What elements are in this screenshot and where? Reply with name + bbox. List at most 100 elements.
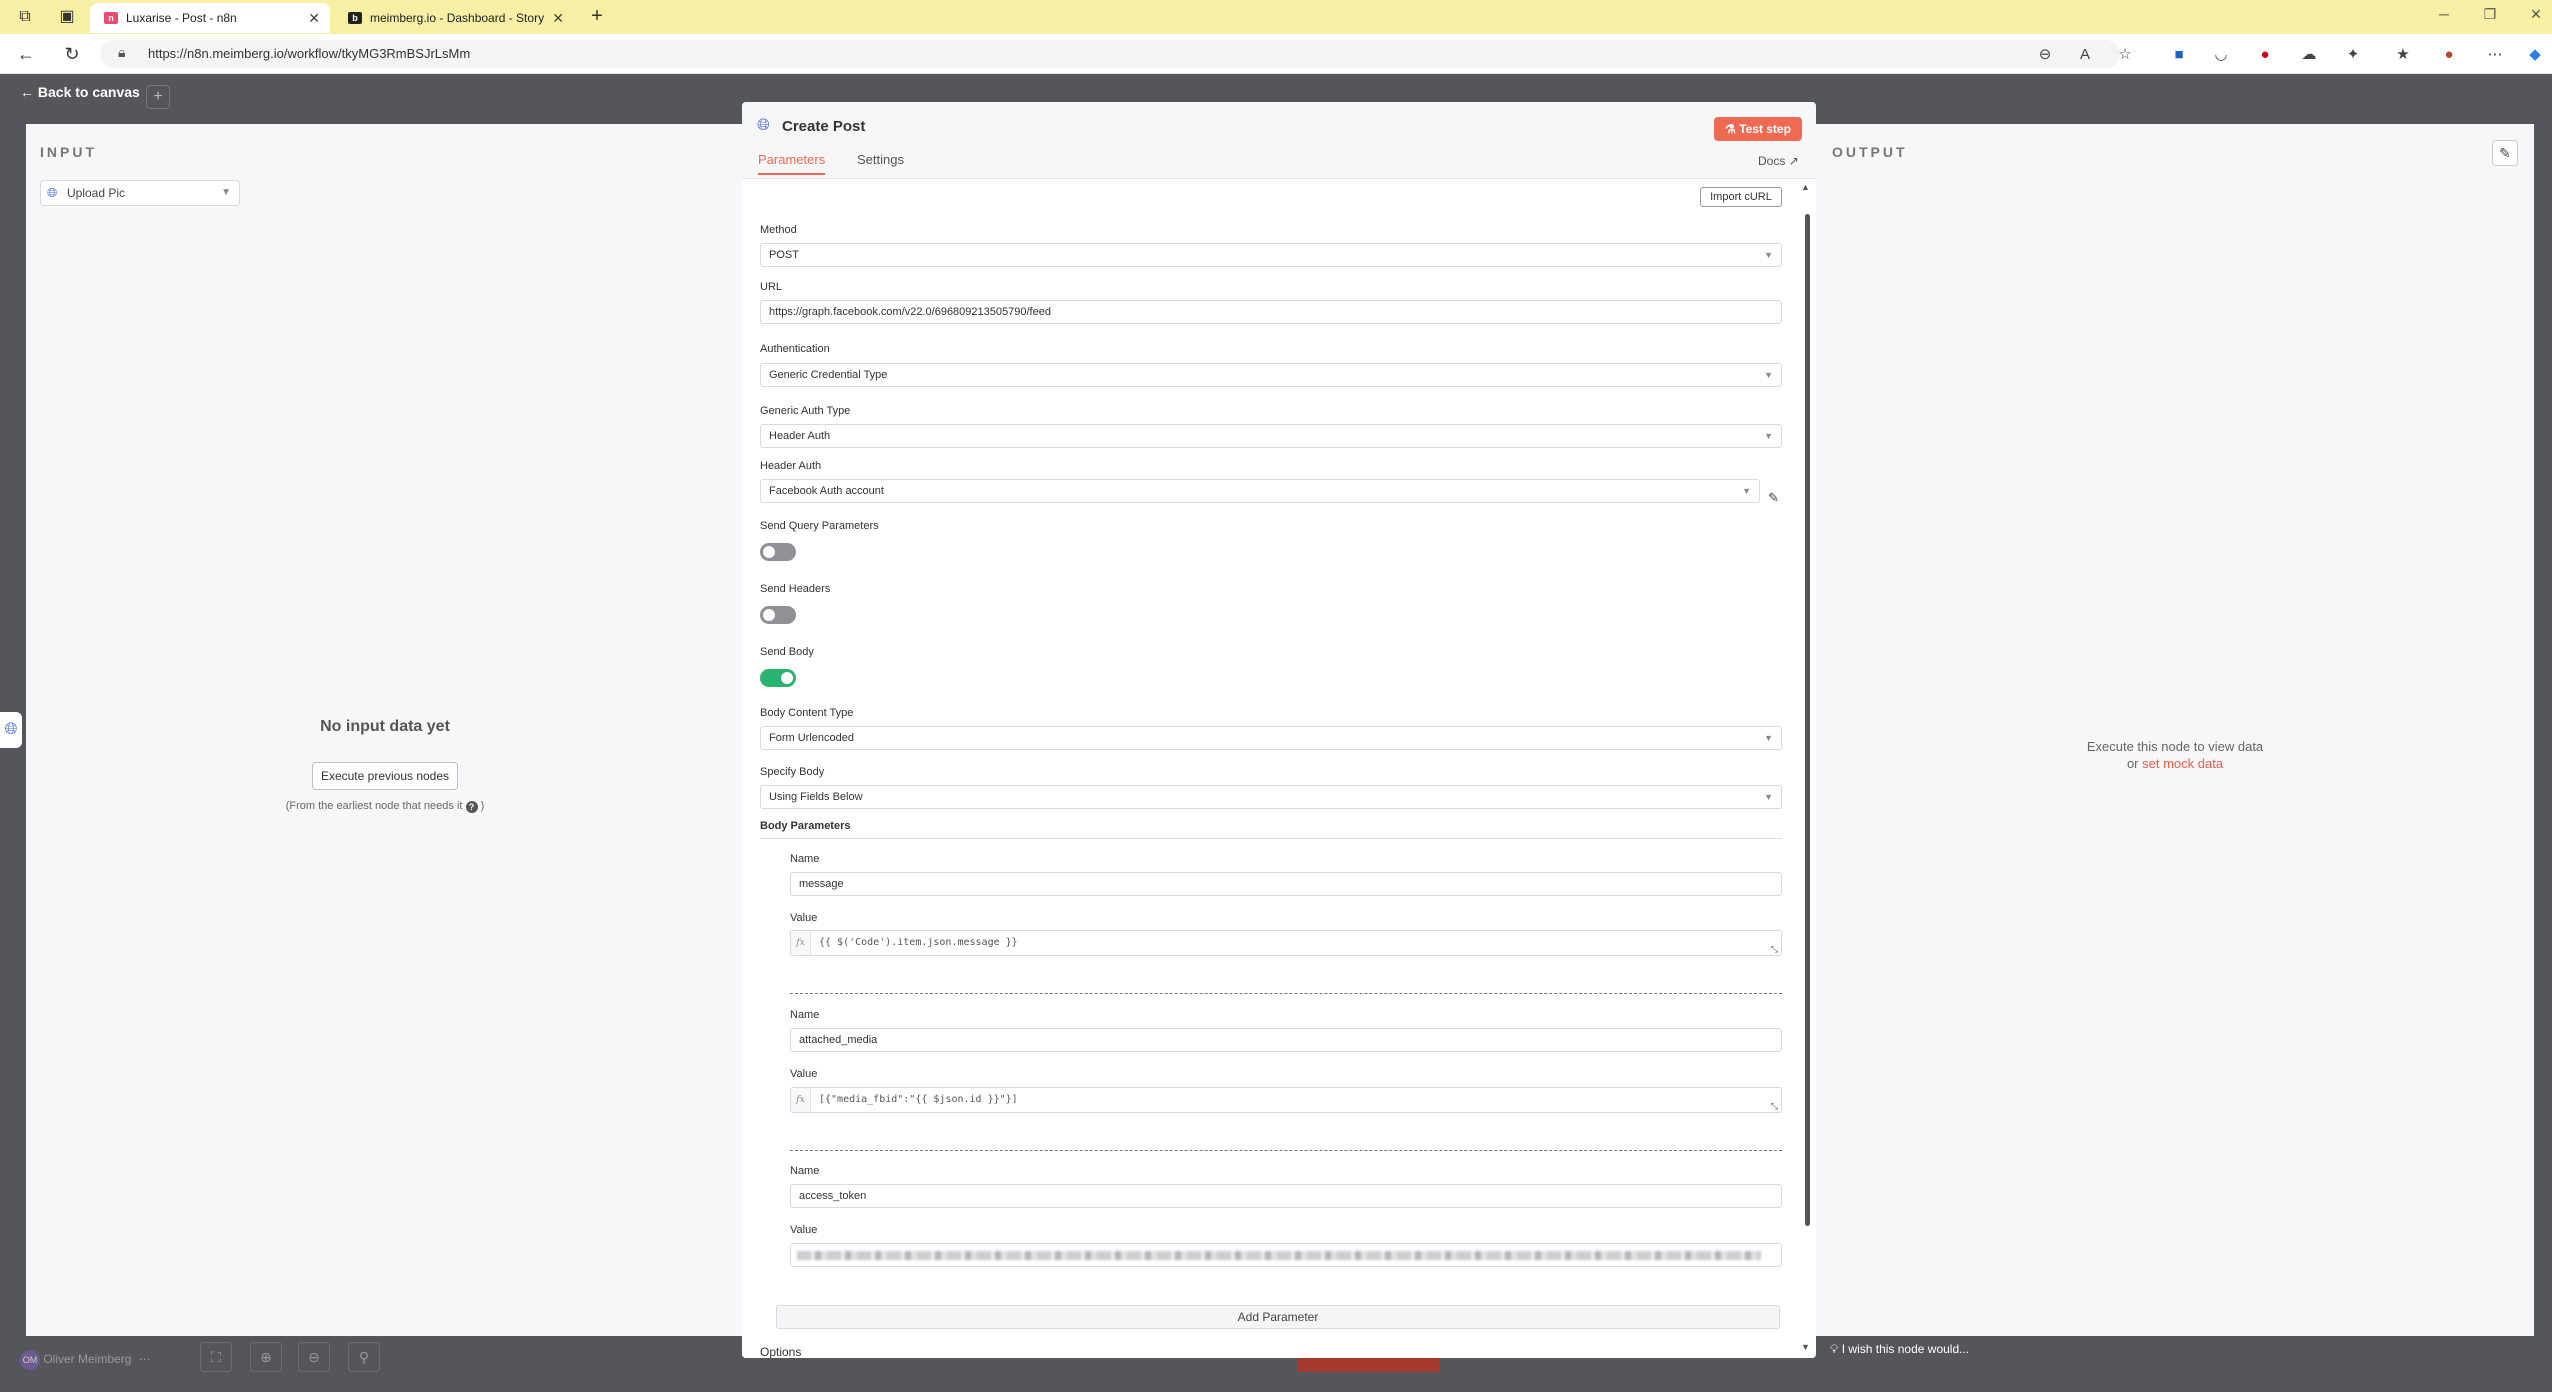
previous-node-globe-icon[interactable]: 🌐︎ [0, 712, 22, 748]
n8n-favicon-icon: n [104, 12, 118, 24]
copilot-icon[interactable]: ◆ [2524, 44, 2546, 66]
execute-workflow-button[interactable] [1298, 1356, 1440, 1372]
new-tab-icon[interactable]: + [586, 5, 608, 27]
options-label: Options [760, 1345, 802, 1358]
fit-view-icon[interactable]: ⛶ [200, 1342, 232, 1372]
zoom-in-icon[interactable]: ⊕ [250, 1342, 282, 1372]
favorite-star-icon[interactable]: ☆ [2114, 44, 2136, 66]
user-name: Oliver Meimberg [43, 1352, 132, 1367]
generic-auth-type-select[interactable]: Header Auth ▼ [760, 424, 1782, 448]
close-tab-icon[interactable]: ✕ [308, 3, 320, 33]
body-parameters-label: Body Parameters [760, 820, 851, 832]
profile-avatar-icon[interactable]: ● [2438, 44, 2460, 66]
url-text: https://n8n.meimberg.io/workflow/tkyMG3R… [148, 46, 471, 61]
browser-tab-n8n[interactable]: n Luxarise - Post - n8n ✕ [90, 3, 330, 33]
scroll-up-icon[interactable]: ▲ [1801, 182, 1810, 192]
tidy-up-icon[interactable]: ⚲ [348, 1342, 380, 1372]
param-value-text: [{"media_fbid":"{{ $json.id }}"}] [819, 1094, 1018, 1105]
no-input-title: No input data yet [320, 718, 450, 735]
edit-output-pencil-icon[interactable]: ✎ [2492, 140, 2518, 166]
back-to-canvas-link[interactable]: ← Back to canvas [20, 84, 140, 100]
url-label: URL [760, 281, 783, 293]
method-label: Method [760, 224, 797, 236]
param-name-label: Name [790, 1009, 820, 1021]
zoom-out-icon[interactable]: ⊖ [298, 1342, 330, 1372]
browser-tab-meimberg[interactable]: b meimberg.io - Dashboard - Story ✕ [334, 3, 574, 33]
expand-editor-icon[interactable]: ⤡ [1771, 1102, 1778, 1112]
edit-credential-pencil-icon[interactable]: ✎ [1768, 490, 1779, 506]
import-curl-button[interactable]: Import cURL [1700, 187, 1782, 207]
add-parameter-button[interactable]: Add Parameter [776, 1305, 1780, 1329]
lock-icon[interactable]: 🔒︎ [118, 44, 125, 61]
feedback-text: I wish this node would... [1841, 1342, 1970, 1356]
param-name-input[interactable]: attached_media [790, 1028, 1782, 1052]
back-arrow-icon[interactable]: ← [14, 42, 38, 66]
expand-editor-icon[interactable]: ⤡ [1771, 945, 1778, 955]
tab-parameters[interactable]: Parameters [758, 152, 826, 175]
header-auth-select[interactable]: Facebook Auth account ▼ [760, 479, 1760, 503]
send-headers-label: Send Headers [760, 583, 831, 595]
more-menu-icon[interactable]: ⋯ [2484, 44, 2506, 66]
param-name-label: Name [790, 1165, 820, 1177]
param-value-expression[interactable]: fx [{"media_fbid":"{{ $json.id }}"}] ⤡ [790, 1087, 1782, 1113]
external-link-icon: ↗ [1788, 154, 1799, 168]
generic-auth-type-value: Header Auth [769, 430, 831, 442]
close-tab-icon[interactable]: ✕ [552, 3, 564, 33]
send-headers-toggle[interactable] [760, 606, 796, 624]
output-empty-message: Execute this node to view data or set mo… [1816, 738, 2534, 772]
chevron-down-icon: ▼ [1764, 431, 1773, 441]
specify-body-label: Specify Body [760, 766, 825, 778]
node-title[interactable]: Create Post [782, 118, 865, 135]
extensions-puzzle-icon[interactable]: ✦ [2342, 44, 2364, 66]
input-node-select-value: Upload Pic [67, 186, 126, 200]
close-window-icon[interactable]: ✕ [2524, 6, 2548, 23]
workspaces-icon[interactable]: ⧉ [14, 6, 36, 28]
authentication-select[interactable]: Generic Credential Type ▼ [760, 363, 1782, 387]
method-select[interactable]: POST ▼ [760, 243, 1782, 267]
tab-actions-icon[interactable]: ▣ [56, 6, 78, 28]
fx-icon: fx [791, 1088, 811, 1112]
output-or-text: or [2126, 756, 2139, 771]
url-field[interactable]: https://graph.facebook.com/v22.0/6968092… [760, 300, 1782, 324]
extension-bookmark-icon[interactable]: ■ [2168, 44, 2190, 66]
param-divider [790, 993, 1782, 994]
restore-icon[interactable]: ❐ [2478, 6, 2502, 23]
param-name-input[interactable]: access_token [790, 1184, 1782, 1208]
generic-auth-type-label: Generic Auth Type [760, 405, 851, 417]
user-more-icon[interactable]: ⋯ [139, 1352, 151, 1366]
specify-body-select[interactable]: Using Fields Below ▼ [760, 785, 1782, 809]
reload-icon[interactable]: ↻ [60, 42, 84, 66]
add-node-button[interactable]: + [146, 85, 170, 109]
tab-settings[interactable]: Settings [857, 152, 904, 167]
param-name-input[interactable]: message [790, 872, 1782, 896]
tab-title: meimberg.io - Dashboard - Story [370, 11, 545, 25]
read-aloud-icon[interactable]: A [2074, 44, 2096, 66]
user-menu[interactable]: OM Oliver Meimberg ⋯ [20, 1350, 151, 1370]
input-node-select[interactable]: 🌐︎ Upload Pic ▼ [40, 180, 240, 206]
param-value-expression[interactable]: fx {{ $('Code').item.json.message }} ⤡ [790, 930, 1782, 956]
chevron-down-icon: ▼ [221, 187, 231, 198]
feedback-link[interactable]: 💡︎ I wish this node would... [1830, 1342, 1969, 1357]
pocket-icon[interactable]: ◡ [2210, 44, 2232, 66]
pinterest-icon[interactable]: ● [2254, 44, 2276, 66]
header-auth-label: Header Auth [760, 460, 822, 472]
test-step-button[interactable]: ⚗ Test step [1714, 117, 1802, 141]
tab-title: Luxarise - Post - n8n [126, 11, 237, 25]
cloud-icon[interactable]: ☁ [2298, 44, 2320, 66]
scroll-down-icon[interactable]: ▼ [1801, 1342, 1810, 1352]
zoom-icon[interactable]: ⊖ [2034, 44, 2056, 66]
execute-previous-nodes-button[interactable]: Execute previous nodes [312, 762, 458, 790]
back-to-canvas-label: Back to canvas [37, 84, 140, 100]
set-mock-data-link[interactable]: set mock data [2142, 756, 2223, 771]
send-body-toggle[interactable] [760, 669, 796, 687]
help-icon[interactable]: ? [465, 801, 478, 813]
param-value-masked[interactable] [790, 1243, 1782, 1267]
body-content-type-select[interactable]: Form Urlencoded ▼ [760, 726, 1782, 750]
docs-label: Docs [1758, 154, 1786, 168]
body-content-type-label: Body Content Type [760, 707, 854, 719]
docs-link[interactable]: Docs ↗ [1758, 154, 1799, 168]
send-query-toggle[interactable] [760, 543, 796, 561]
favorites-icon[interactable]: ★ [2392, 44, 2414, 66]
minimize-icon[interactable]: ─ [2432, 6, 2456, 22]
parameters-scrollbar[interactable] [1805, 214, 1810, 1226]
